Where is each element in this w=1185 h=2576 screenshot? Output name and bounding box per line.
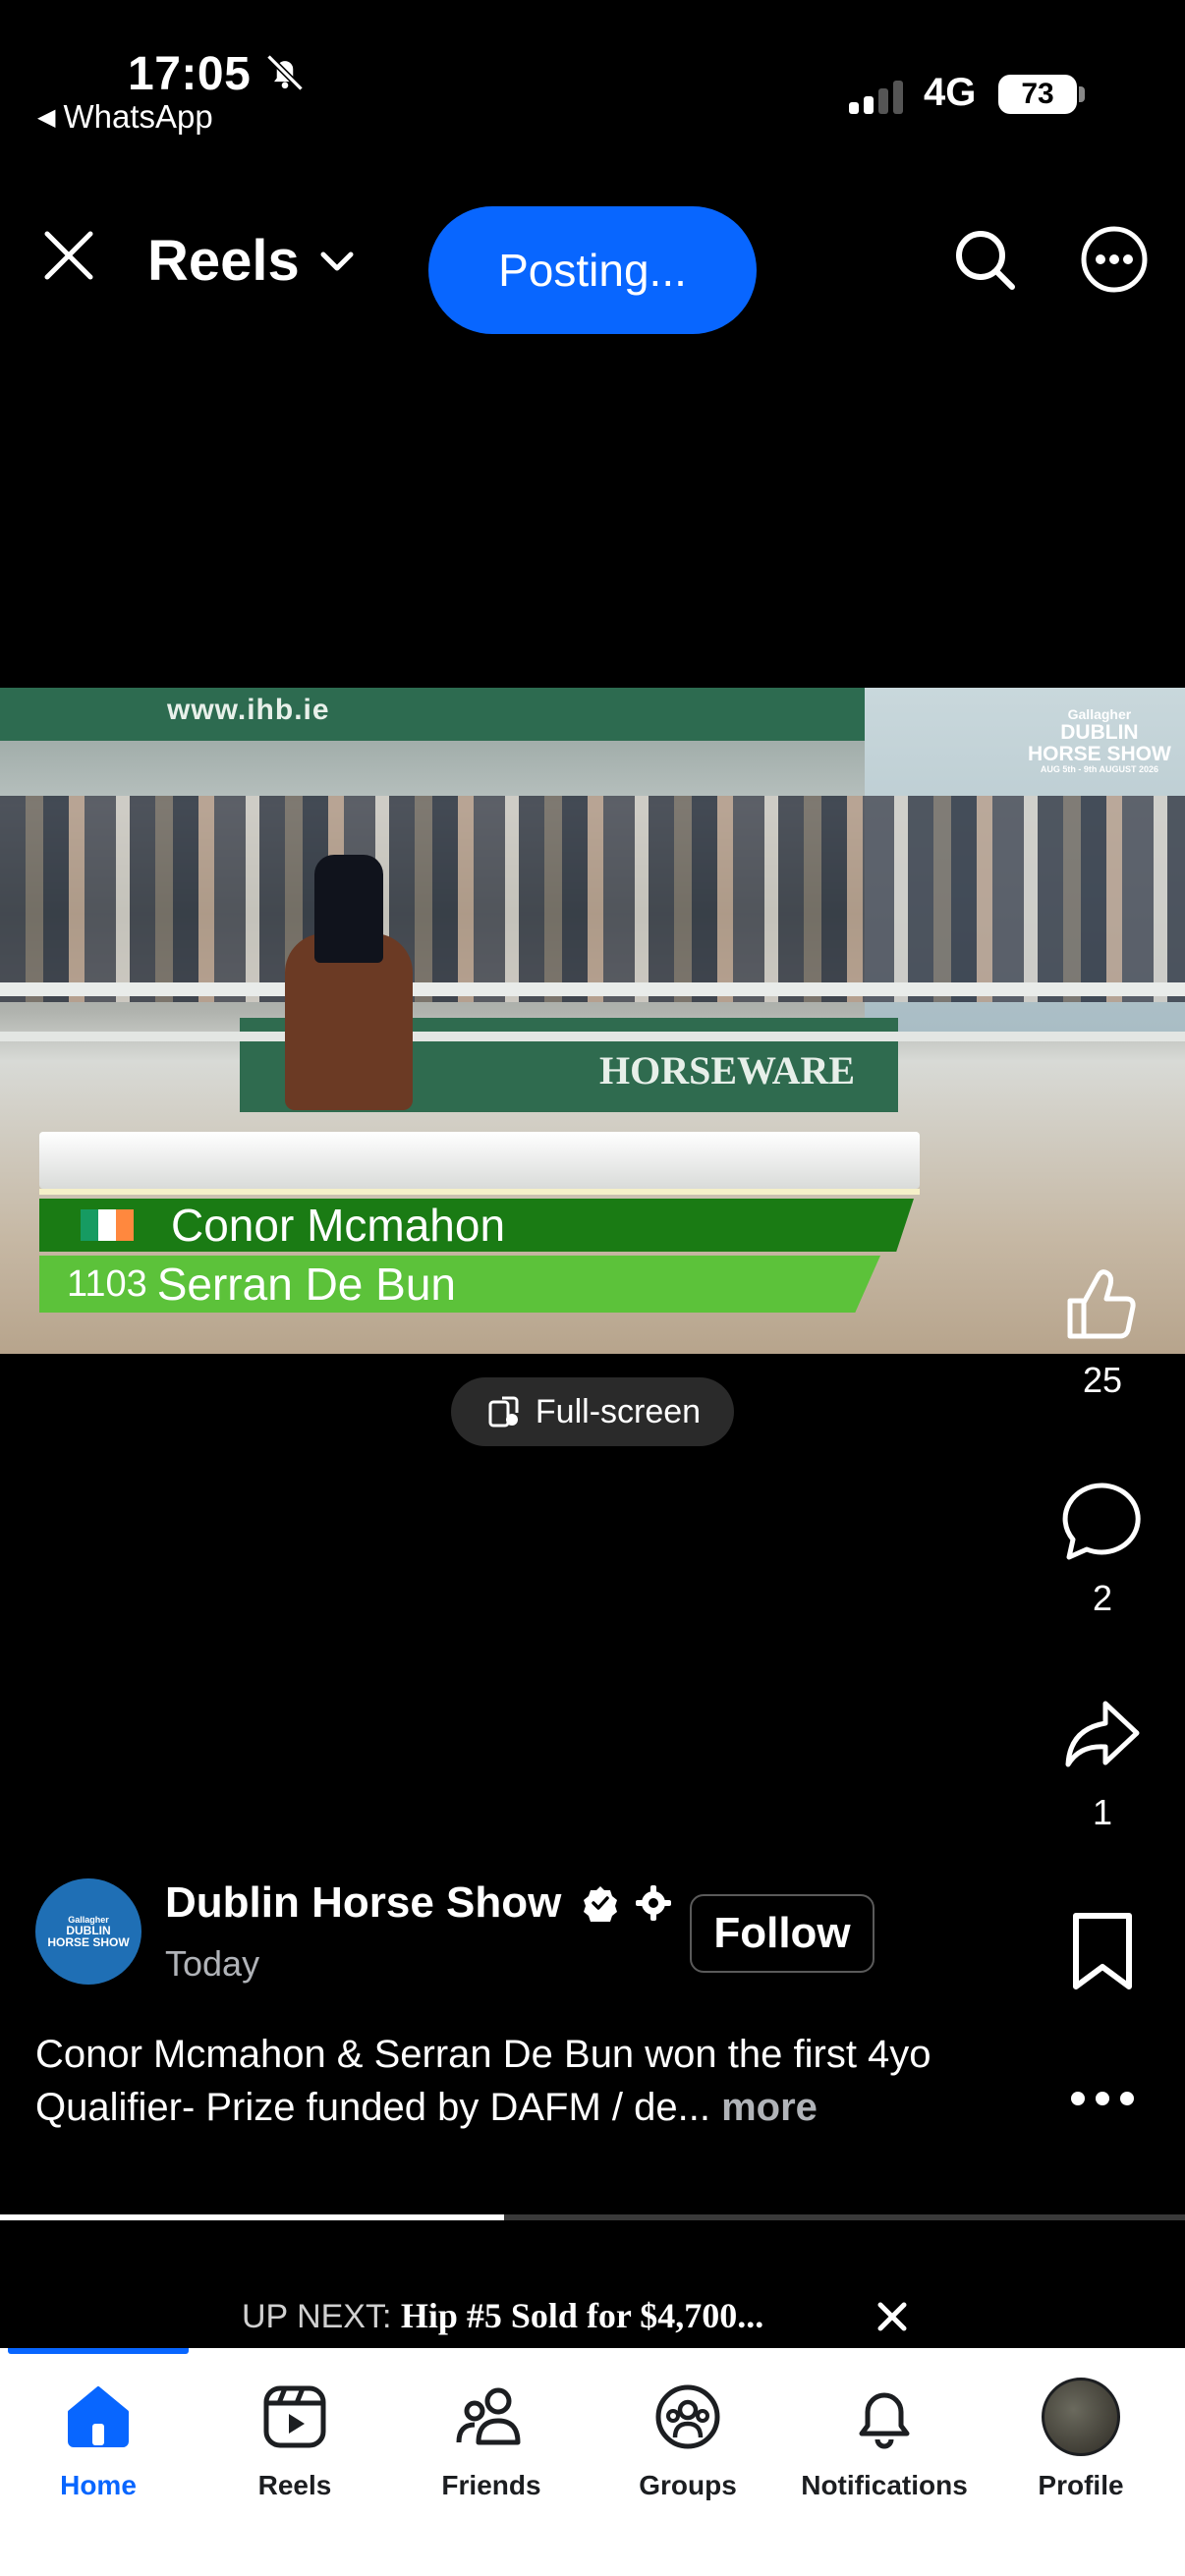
back-triangle-icon: ◀	[37, 103, 56, 131]
arena-rail	[0, 982, 1185, 996]
horse-number: 1103	[67, 1262, 147, 1305]
comment-button[interactable]: 2	[1042, 1480, 1163, 1619]
save-button[interactable]	[1042, 1910, 1163, 1992]
gear-icon	[636, 1885, 671, 1921]
arena-banner	[0, 688, 865, 741]
horse-name: Serran De Bun	[156, 1259, 456, 1310]
ireland-flag-icon	[81, 1209, 134, 1241]
tab-home-label: Home	[60, 2470, 137, 2500]
tab-reels[interactable]: Reels	[197, 2378, 393, 2501]
active-tab-indicator	[8, 2348, 189, 2354]
back-to-app[interactable]: ◀ WhatsApp	[37, 98, 213, 136]
comment-icon	[1062, 1483, 1141, 1560]
tab-profile-label: Profile	[1038, 2470, 1124, 2500]
battery-level: 73	[998, 75, 1077, 114]
more-options-icon[interactable]	[1079, 224, 1150, 295]
up-next-banner[interactable]: UP NEXT: Hip #5 Sold for $4,700...	[242, 2295, 763, 2336]
reels-dropdown[interactable]: Reels	[147, 228, 357, 294]
profile-avatar	[1042, 2378, 1120, 2456]
status-time: 17:05	[128, 48, 252, 100]
share-count: 1	[1092, 1792, 1113, 1832]
caption-more-link[interactable]: more	[721, 2086, 818, 2129]
chevron-down-icon	[320, 252, 354, 270]
rider-name-bar: Conor Mcmahon	[39, 1199, 914, 1252]
fullscreen-button[interactable]: Full-screen	[451, 1377, 734, 1446]
like-button[interactable]: 25	[1042, 1261, 1163, 1401]
lower-third-divider	[39, 1189, 920, 1195]
follow-button[interactable]: Follow	[690, 1894, 875, 1973]
tab-notifications-label: Notifications	[801, 2470, 968, 2500]
comment-count: 2	[1092, 1578, 1113, 1618]
search-icon[interactable]	[949, 224, 1020, 295]
thumbs-up-icon	[1067, 1269, 1136, 1339]
post-time: Today	[165, 1943, 260, 1984]
banner-url: www.ihb.ie	[167, 694, 330, 726]
tab-groups[interactable]: Groups	[590, 2378, 786, 2501]
bookmark-icon	[1073, 1913, 1132, 1989]
tab-profile[interactable]: Profile	[983, 2378, 1179, 2501]
event-logo: Gallagher DUBLIN HORSE SHOW AUG 5th - 9t…	[1028, 706, 1171, 774]
like-count: 25	[1082, 1360, 1123, 1400]
horse-name-bar: 1103 Serran De Bun	[39, 1256, 880, 1313]
signal-icon	[849, 79, 903, 114]
share-button[interactable]: 1	[1042, 1694, 1163, 1833]
author-name[interactable]: Dublin Horse Show	[165, 1878, 561, 1928]
up-next-title: Hip #5 Sold for $4,700...	[400, 2296, 764, 2335]
post-caption[interactable]: Conor Mcmahon & Serran De Bun won the fi…	[35, 2028, 1028, 2134]
arena-rail-lower	[0, 1032, 1185, 1041]
lower-third-header	[39, 1132, 920, 1189]
video-progress[interactable]	[0, 2214, 1185, 2220]
rider	[314, 855, 383, 963]
sponsor-board-text: HORSEWARE	[599, 1048, 856, 1092]
reels-icon	[263, 2385, 326, 2448]
page-title: Reels	[147, 229, 300, 293]
bell-muted-icon	[266, 54, 304, 91]
rider-name: Conor Mcmahon	[171, 1200, 506, 1251]
bottom-nav: Home Reels Friends Groups Notifications …	[0, 2348, 1185, 2576]
posting-button[interactable]: Posting...	[428, 206, 757, 334]
close-icon[interactable]	[39, 226, 98, 285]
tab-home[interactable]: Home	[0, 2378, 197, 2501]
close-up-next-icon[interactable]	[873, 2297, 912, 2336]
tab-groups-label: Groups	[639, 2470, 737, 2500]
tab-reels-label: Reels	[257, 2470, 332, 2500]
tab-friends[interactable]: Friends	[393, 2378, 590, 2501]
bell-icon	[859, 2392, 910, 2449]
friends-icon	[456, 2387, 521, 2445]
reel-video[interactable]: www.ihb.ie Gallagher DUBLIN HORSE SHOW A…	[0, 688, 1185, 1354]
author-avatar[interactable]: Gallagher DUBLIN HORSE SHOW	[35, 1878, 141, 1985]
up-next-label: UP NEXT:	[242, 2298, 392, 2335]
battery-cap	[1079, 86, 1085, 102]
crowd	[0, 796, 1185, 1002]
post-more-icon[interactable]	[1071, 2087, 1134, 2110]
tab-friends-label: Friends	[441, 2470, 541, 2500]
fullscreen-label: Full-screen	[535, 1392, 702, 1430]
groups-icon	[655, 2384, 720, 2449]
fullscreen-icon	[488, 1396, 519, 1428]
network-type: 4G	[924, 71, 977, 114]
tab-notifications[interactable]: Notifications	[786, 2378, 983, 2501]
back-app-label: WhatsApp	[63, 98, 213, 135]
home-icon	[68, 2386, 129, 2447]
share-arrow-icon	[1065, 1701, 1140, 1767]
verified-badge-icon	[584, 1886, 617, 1922]
video-progress-fill	[0, 2214, 504, 2220]
